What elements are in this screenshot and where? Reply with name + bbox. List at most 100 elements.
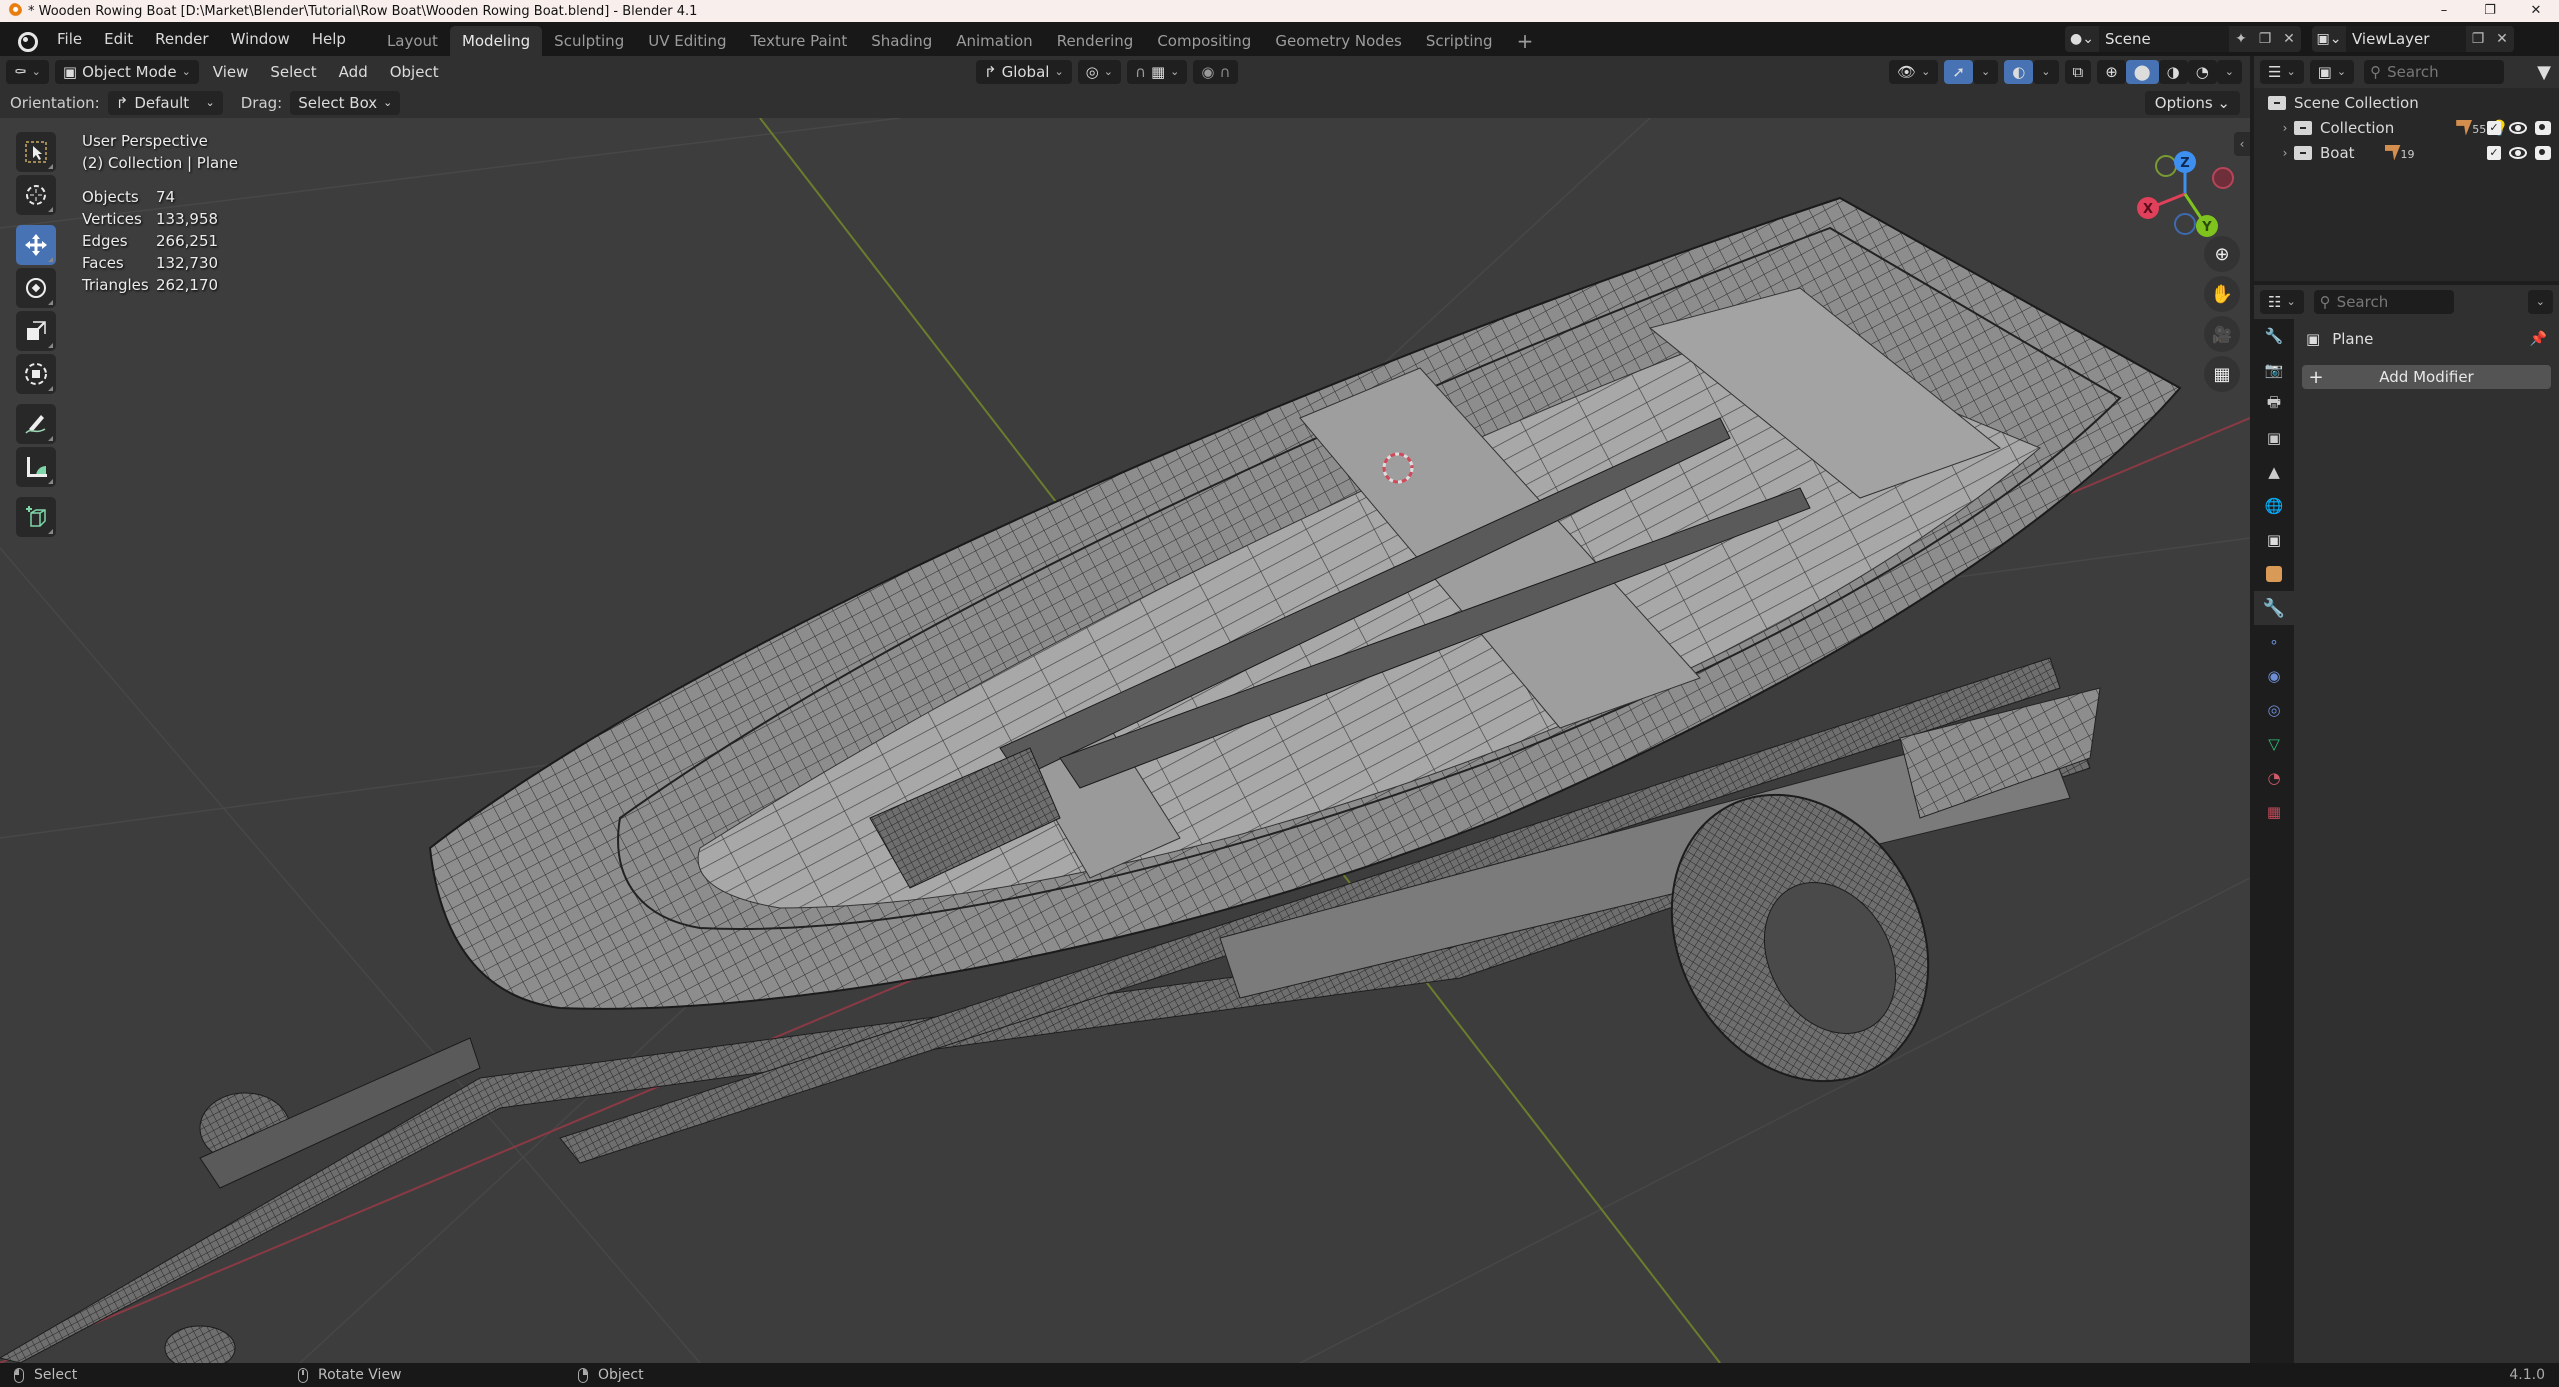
tab-sculpting[interactable]: Sculpting [542, 26, 636, 56]
expand-arrow-icon[interactable]: › [2276, 121, 2294, 135]
tab-compositing[interactable]: Compositing [1145, 26, 1263, 56]
blender-logo-icon[interactable] [12, 27, 38, 52]
measure-tool[interactable] [16, 447, 56, 487]
tab-texture-paint[interactable]: Texture Paint [738, 26, 859, 56]
tab-texture[interactable]: ▦ [2254, 795, 2294, 829]
tab-shading[interactable]: Shading [859, 26, 944, 56]
menu-render[interactable]: Render [144, 22, 219, 56]
tab-collection[interactable]: ▣ [2254, 523, 2294, 557]
outliner-search-input[interactable]: ⚲ Search [2364, 60, 2505, 84]
menu-view[interactable]: View [205, 60, 257, 84]
tab-physics[interactable]: ◉ [2254, 659, 2294, 693]
properties-editor-type-button[interactable]: ☷ ⌄ [2260, 290, 2304, 314]
camera-view-button[interactable]: 🎥 [2204, 316, 2240, 352]
pan-view-button[interactable]: ✋ [2204, 276, 2240, 312]
pin-icon[interactable]: ✦ [2229, 26, 2253, 52]
menu-object[interactable]: Object [382, 60, 447, 84]
options-dropdown[interactable]: Options ⌄ [2144, 91, 2240, 115]
pivot-point-dropdown[interactable]: ◎ ⌄ [1077, 60, 1121, 84]
sidebar-collapse-arrow[interactable]: ‹ [2234, 132, 2250, 156]
scene-name-field[interactable]: Scene [2099, 26, 2229, 52]
xray-toggle[interactable]: ⧉ [2064, 60, 2092, 84]
new-view-layer-icon[interactable]: ❐ [2466, 26, 2490, 52]
mode-dropdown[interactable]: ▣ Object Mode ⌄ [54, 60, 199, 84]
menu-file[interactable]: File [46, 22, 93, 56]
tab-rendering[interactable]: Rendering [1045, 26, 1146, 56]
filter-icon[interactable]: ▼ [2537, 62, 2551, 83]
tab-geometry-nodes[interactable]: Geometry Nodes [1263, 26, 1414, 56]
outliner-item-boat[interactable]: › Boat 19 ✓ [2254, 140, 2559, 165]
move-tool[interactable] [16, 225, 56, 265]
menu-select[interactable]: Select [262, 60, 324, 84]
visibility-eye-icon[interactable] [2509, 146, 2527, 159]
toggle-perspective-button[interactable]: ▦ [2204, 356, 2240, 392]
selectability-visibility-dropdown[interactable]: 👁 ⌄ [1889, 60, 1939, 84]
snap-toggle[interactable]: ∩ ▦ ⌄ [1126, 60, 1188, 84]
proportional-edit-toggle[interactable]: ◉ ∩ [1193, 60, 1239, 84]
tab-tool[interactable]: 🔧 [2254, 319, 2294, 353]
tab-object[interactable] [2254, 557, 2294, 591]
exclude-checkbox[interactable]: ✓ [2487, 145, 2501, 160]
outliner-scene-collection[interactable]: Scene Collection [2254, 90, 2559, 115]
shading-dropdown[interactable]: ⌄ [2216, 60, 2242, 84]
menu-edit[interactable]: Edit [93, 22, 144, 56]
scale-tool[interactable] [16, 311, 56, 351]
tab-data[interactable]: ▽ [2254, 727, 2294, 761]
tab-output[interactable]: 🖶 [2254, 387, 2294, 421]
tab-uv-editing[interactable]: UV Editing [636, 26, 738, 56]
pin-icon[interactable]: 📌 [2530, 331, 2547, 347]
render-camera-icon[interactable] [2535, 145, 2551, 160]
tab-modeling[interactable]: Modeling [449, 26, 543, 56]
visibility-eye-icon[interactable] [2509, 121, 2527, 134]
cursor-tool[interactable] [16, 175, 56, 215]
annotate-tool[interactable] [16, 404, 56, 444]
shading-material[interactable]: ◑ [2158, 60, 2188, 84]
tab-world[interactable]: 🌐 [2254, 489, 2294, 523]
menu-window[interactable]: Window [220, 22, 301, 56]
new-scene-icon[interactable]: ❐ [2253, 26, 2277, 52]
add-workspace-button[interactable]: + [1505, 26, 1546, 56]
view-layer-icon[interactable]: ▣⌄ [2312, 26, 2346, 52]
scene-icon[interactable]: ●⌄ [2065, 26, 2099, 52]
display-mode-dropdown[interactable]: ▣ ⌄ [2309, 60, 2355, 84]
orientation-dropdown[interactable]: ↱ Default ⌄ [107, 91, 223, 115]
delete-scene-icon[interactable]: ✕ [2277, 26, 2301, 52]
maximize-button[interactable]: ❐ [2467, 0, 2513, 22]
properties-options-dropdown[interactable]: ⌄ [2527, 290, 2553, 314]
rotate-tool[interactable] [16, 268, 56, 308]
3d-viewport[interactable]: User Perspective (2) Collection | Plane … [0, 118, 2250, 1363]
tab-animation[interactable]: Animation [944, 26, 1044, 56]
render-camera-icon[interactable] [2535, 120, 2551, 135]
shading-wireframe[interactable]: ⊕ [2097, 60, 2126, 84]
outliner-editor-type-button[interactable]: ☰ ⌄ [2260, 60, 2304, 84]
tab-modifiers[interactable]: 🔧 [2254, 591, 2294, 625]
menu-add[interactable]: Add [331, 60, 376, 84]
expand-arrow-icon[interactable]: › [2276, 146, 2294, 160]
tab-scene[interactable]: ▲ [2254, 455, 2294, 489]
gizmo-toggle[interactable]: ➚ [1944, 60, 1973, 84]
zoom-view-button[interactable]: ⊕ [2204, 236, 2240, 272]
drag-dropdown[interactable]: Select Box ⌄ [290, 91, 401, 115]
tab-particles[interactable]: ∘ [2254, 625, 2294, 659]
tab-render[interactable]: 📷 [2254, 353, 2294, 387]
add-modifier-button[interactable]: + Add Modifier [2302, 365, 2551, 389]
select-box-tool[interactable] [16, 132, 56, 172]
tab-scripting[interactable]: Scripting [1414, 26, 1505, 56]
tab-material[interactable]: ◔ [2254, 761, 2294, 795]
view-layer-name-field[interactable]: ViewLayer [2346, 26, 2466, 52]
overlays-dropdown[interactable]: ⌄ [2033, 60, 2059, 84]
transform-orientation-dropdown[interactable]: ↱ Global ⌄ [976, 60, 1072, 84]
minimize-button[interactable]: – [2421, 0, 2467, 22]
close-button[interactable]: ✕ [2513, 0, 2559, 22]
tab-layout[interactable]: Layout [375, 26, 450, 56]
exclude-checkbox[interactable]: ✓ [2487, 120, 2501, 135]
editor-type-button[interactable]: ⚰ ⌄ [6, 60, 49, 84]
tab-constraints[interactable]: ◎ [2254, 693, 2294, 727]
transform-tool[interactable] [16, 354, 56, 394]
overlays-toggle[interactable]: ◐ [2004, 60, 2034, 84]
add-cube-tool[interactable] [16, 497, 56, 537]
outliner-item-collection[interactable]: › Collection 55 💡 ✓ [2254, 115, 2559, 140]
gizmo-dropdown[interactable]: ⌄ [1972, 60, 1999, 84]
shading-solid[interactable]: ⬤ [2125, 60, 2159, 84]
properties-search-input[interactable]: ⚲ Search [2313, 290, 2454, 314]
